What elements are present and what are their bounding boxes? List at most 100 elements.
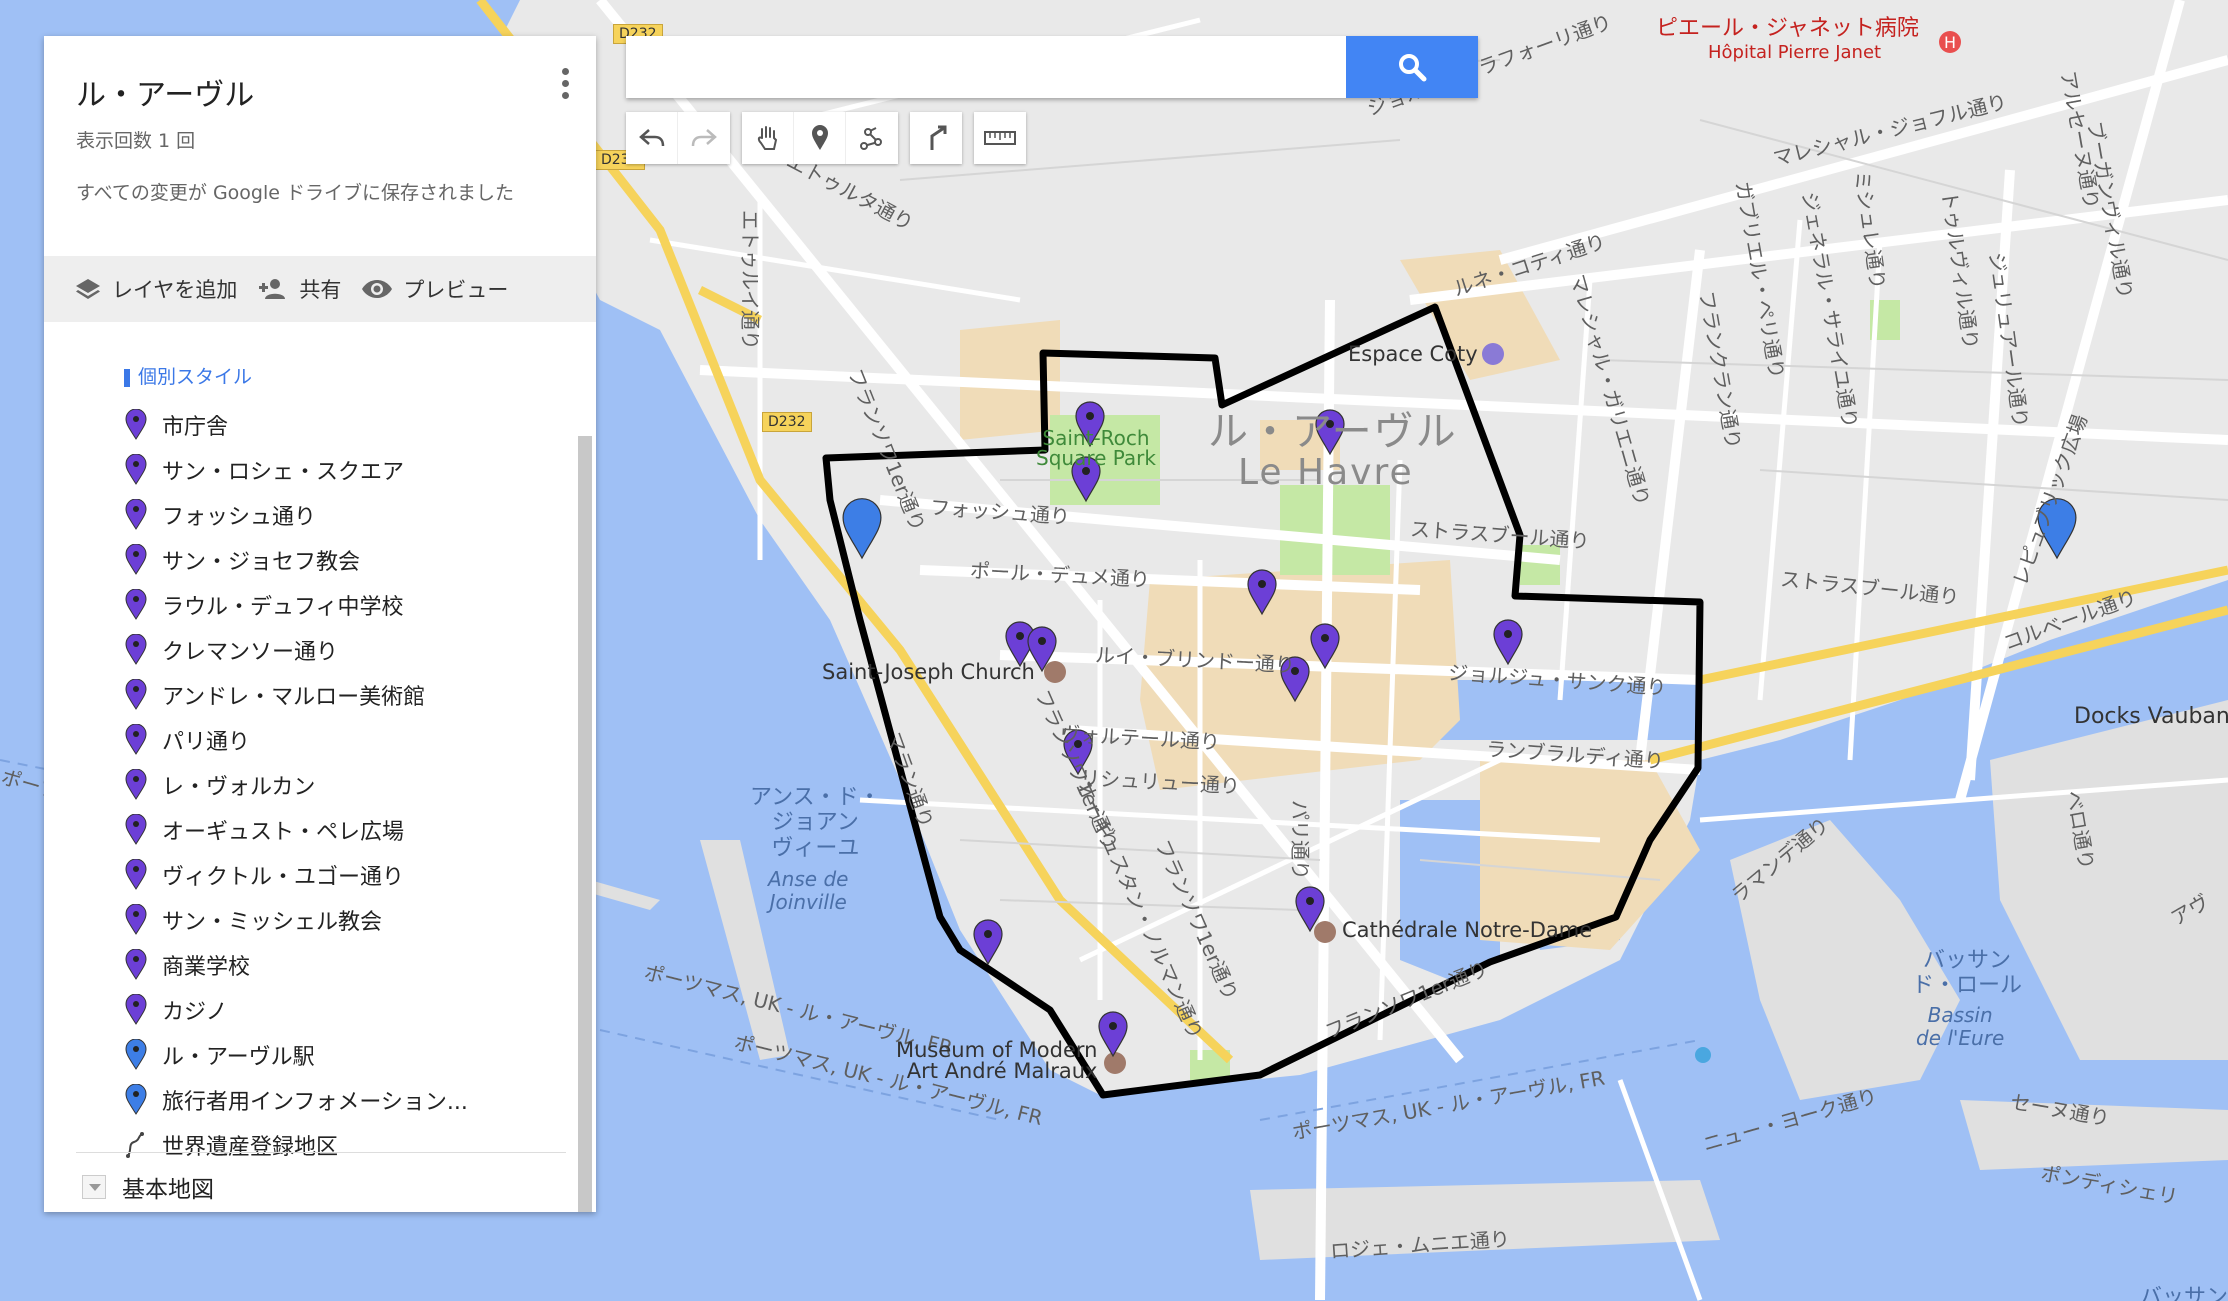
preview-label: プレビュー bbox=[403, 278, 509, 302]
feature-item[interactable]: オーギュスト・ペレ広場 bbox=[124, 807, 468, 852]
marker-icon bbox=[811, 125, 828, 150]
undo-icon bbox=[638, 129, 664, 147]
add-layer-button[interactable]: レイヤを追加 bbox=[74, 274, 237, 304]
map-tools bbox=[626, 112, 1038, 164]
panel-header: ル・アーヴル 表示回数 1 回 すべての変更が Google ドライブに保存され… bbox=[44, 36, 596, 254]
draw-line-button[interactable] bbox=[846, 112, 898, 164]
redo-button[interactable] bbox=[678, 112, 730, 164]
feature-item[interactable]: クレマンソー通り bbox=[124, 627, 468, 672]
park-label: Saint-Roch Square Park bbox=[1036, 426, 1156, 470]
basemap-toggle[interactable]: 基本地図 bbox=[82, 1170, 214, 1204]
purple-pin-icon bbox=[125, 678, 147, 710]
purple-pin-icon bbox=[125, 498, 147, 530]
chevron-down-icon[interactable] bbox=[82, 1175, 106, 1199]
feature-item[interactable]: レ・ヴォルカン bbox=[124, 762, 468, 807]
water-label: バッサン ド・ロール bbox=[1912, 948, 2023, 999]
feature-item[interactable]: サン・ミッシェル教会 bbox=[124, 897, 468, 942]
blue-pin-icon bbox=[125, 1038, 147, 1070]
divider bbox=[76, 1152, 566, 1153]
draw-line-icon bbox=[860, 127, 882, 150]
city-label-fr: Le Havre bbox=[1238, 452, 1414, 493]
feature-item[interactable]: サン・ジョセフ教会 bbox=[124, 537, 468, 582]
map-title[interactable]: ル・アーヴル bbox=[76, 70, 566, 114]
measure-button[interactable] bbox=[974, 112, 1026, 164]
feature-item[interactable]: 市庁舎 bbox=[124, 402, 468, 447]
city-label-jp: ル・アーヴル bbox=[1208, 409, 1458, 455]
feature-item[interactable]: アンドレ・マルロー美術館 bbox=[124, 672, 468, 717]
add-marker-button[interactable] bbox=[794, 112, 846, 164]
layers-icon bbox=[76, 279, 100, 299]
search-input[interactable] bbox=[626, 36, 1346, 98]
purple-pin-icon bbox=[125, 588, 147, 620]
feature-label: 商業学校 bbox=[162, 954, 251, 980]
directions-button[interactable] bbox=[910, 112, 962, 164]
eye-icon bbox=[362, 280, 393, 298]
layer-list: 個別スタイル 市庁舎サン・ロシェ・スクエアフォッシュ通りサン・ジョセフ教会ラウル… bbox=[44, 322, 576, 1182]
panel-scrollbar[interactable] bbox=[578, 436, 592, 1212]
search-button[interactable] bbox=[1346, 36, 1478, 98]
feature-item[interactable]: カジノ bbox=[124, 987, 468, 1032]
water-label: アンス・ド・ ジョアン ヴィーユ bbox=[750, 785, 881, 861]
hospital-label: ピエール・ジャネット病院 bbox=[1656, 16, 1919, 41]
purple-pin-icon bbox=[125, 543, 147, 575]
poi-label: Museum of Modern Art André Malraux bbox=[896, 1038, 1098, 1083]
water-label: Anse de Joinville bbox=[768, 867, 849, 914]
feature-item[interactable]: 世界遺産登録地区 bbox=[124, 1122, 468, 1167]
basemap-label: 基本地図 bbox=[122, 1177, 214, 1203]
feature-label: 旅行者用インフォメーション... bbox=[162, 1089, 468, 1115]
save-status: すべての変更が Google ドライブに保存されました bbox=[76, 182, 514, 204]
feature-label: 世界遺産登録地区 bbox=[162, 1134, 339, 1160]
poi-label: Espace Coty bbox=[1348, 342, 1478, 366]
purple-pin-icon bbox=[125, 993, 147, 1025]
feature-item[interactable]: サン・ロシェ・スクエア bbox=[124, 447, 468, 492]
feature-label: フォッシュ通り bbox=[162, 504, 317, 530]
water-label: Bassin de l'Eure bbox=[1916, 1003, 2005, 1050]
directions-group bbox=[910, 112, 962, 164]
feature-item[interactable]: 旅行者用インフォメーション... bbox=[124, 1077, 468, 1122]
undo-button[interactable] bbox=[626, 112, 678, 164]
svg-text:H: H bbox=[1944, 33, 1956, 52]
map-panel: ル・アーヴル 表示回数 1 回 すべての変更が Google ドライブに保存され… bbox=[44, 36, 596, 1212]
feature-item[interactable]: ラウル・デュフィ中学校 bbox=[124, 582, 468, 627]
individual-style-link[interactable]: 個別スタイル bbox=[124, 362, 252, 389]
preview-button[interactable]: プレビュー bbox=[361, 274, 508, 304]
feature-label: ヴィクトル・ユゴー通り bbox=[162, 864, 405, 890]
feature-label: サン・ミッシェル教会 bbox=[162, 909, 383, 935]
feature-label: サン・ジョセフ教会 bbox=[162, 549, 361, 575]
purple-pin-icon bbox=[125, 453, 147, 485]
purple-pin-icon bbox=[125, 768, 147, 800]
feature-label: カジノ bbox=[162, 999, 228, 1025]
purple-pin-icon bbox=[125, 858, 147, 890]
poi-label: Docks Vauban bbox=[2074, 704, 2228, 729]
feature-label: オーギュスト・ペレ広場 bbox=[162, 819, 405, 845]
poi-label: Cathédrale Notre-Dame bbox=[1342, 918, 1593, 942]
feature-label: 市庁舎 bbox=[162, 414, 229, 440]
search-icon bbox=[1399, 54, 1427, 82]
hand-icon bbox=[757, 126, 777, 150]
measure-group bbox=[974, 112, 1026, 164]
feature-label: パリ通り bbox=[162, 729, 251, 755]
paint-icon bbox=[124, 368, 130, 387]
feature-item[interactable]: フォッシュ通り bbox=[124, 492, 468, 537]
share-button[interactable]: 共有 bbox=[257, 274, 341, 304]
hand-tool-button[interactable] bbox=[742, 112, 794, 164]
more-options-icon[interactable] bbox=[560, 68, 570, 102]
feature-label: ル・アーヴル駅 bbox=[162, 1044, 315, 1070]
ruler-icon bbox=[984, 131, 1016, 145]
edit-tools-group bbox=[742, 112, 898, 164]
share-label: 共有 bbox=[299, 278, 342, 302]
purple-pin-icon bbox=[125, 633, 147, 665]
feature-item[interactable]: 商業学校 bbox=[124, 942, 468, 987]
directions-icon bbox=[930, 125, 947, 150]
view-count: 表示回数 1 回 bbox=[76, 130, 196, 152]
feature-list: 市庁舎サン・ロシェ・スクエアフォッシュ通りサン・ジョセフ教会ラウル・デュフィ中学… bbox=[124, 402, 468, 1167]
hospital-label: Hôpital Pierre Janet bbox=[1708, 42, 1882, 63]
feature-item[interactable]: パリ通り bbox=[124, 717, 468, 762]
feature-label: アンドレ・マルロー美術館 bbox=[162, 684, 426, 710]
undo-redo-group bbox=[626, 112, 730, 164]
map-label: パリ通り bbox=[1288, 800, 1312, 880]
feature-item[interactable]: ヴィクトル・ユゴー通り bbox=[124, 852, 468, 897]
purple-pin-icon bbox=[125, 408, 147, 440]
feature-label: ラウル・デュフィ中学校 bbox=[162, 594, 404, 620]
feature-item[interactable]: ル・アーヴル駅 bbox=[124, 1032, 468, 1077]
